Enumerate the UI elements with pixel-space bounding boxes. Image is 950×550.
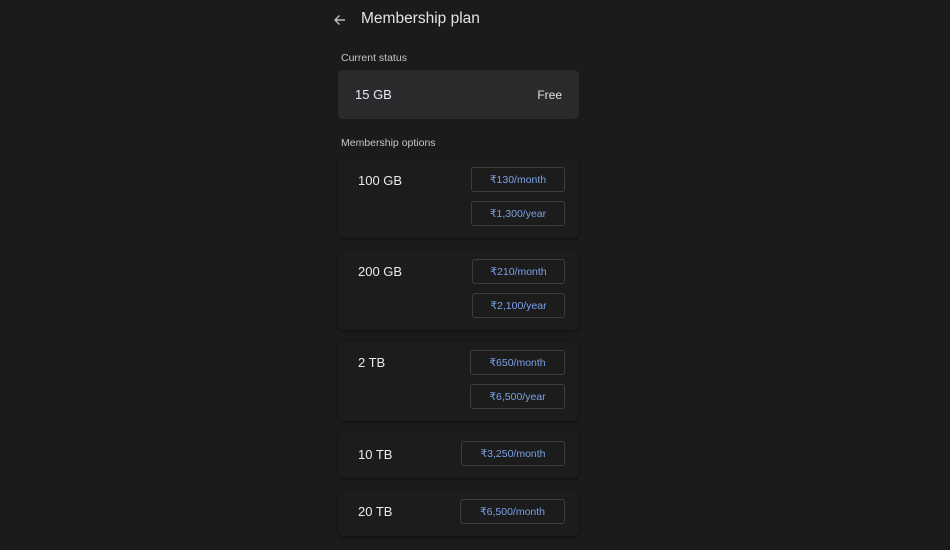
current-plan: Free bbox=[537, 88, 562, 102]
price-yearly-button[interactable]: ₹6,500/year bbox=[470, 384, 565, 409]
price-monthly-button[interactable]: ₹130/month bbox=[471, 167, 565, 192]
membership-options-label: Membership options bbox=[341, 137, 436, 149]
option-capacity: 100 GB bbox=[358, 173, 403, 188]
price-monthly-button[interactable]: ₹210/month bbox=[472, 259, 565, 284]
option-capacity: 200 GB bbox=[358, 264, 403, 279]
option-card-200gb: 200 GB ₹210/month ₹2,100/year bbox=[338, 250, 579, 330]
back-button[interactable] bbox=[330, 10, 350, 30]
option-capacity: 20 TB bbox=[358, 504, 393, 519]
price-monthly-button[interactable]: ₹6,500/month bbox=[460, 499, 565, 524]
option-card-2tb: 2 TB ₹650/month ₹6,500/year bbox=[338, 341, 579, 421]
price-monthly-button[interactable]: ₹650/month bbox=[470, 350, 565, 375]
current-capacity: 15 GB bbox=[355, 87, 392, 102]
price-yearly-button[interactable]: ₹1,300/year bbox=[471, 201, 565, 226]
current-status-label: Current status bbox=[341, 52, 407, 64]
current-status-card: 15 GB Free bbox=[338, 70, 579, 119]
price-yearly-button[interactable]: ₹2,100/year bbox=[472, 293, 565, 318]
option-capacity: 10 TB bbox=[358, 447, 393, 462]
option-card-10tb: 10 TB ₹3,250/month bbox=[338, 432, 579, 478]
page-title: Membership plan bbox=[361, 10, 480, 27]
option-capacity: 2 TB bbox=[358, 355, 386, 370]
arrow-left-icon bbox=[334, 15, 345, 25]
option-card-20tb: 20 TB ₹6,500/month bbox=[338, 490, 579, 536]
option-card-100gb: 100 GB ₹130/month ₹1,300/year bbox=[338, 158, 579, 238]
price-monthly-button[interactable]: ₹3,250/month bbox=[461, 441, 565, 466]
